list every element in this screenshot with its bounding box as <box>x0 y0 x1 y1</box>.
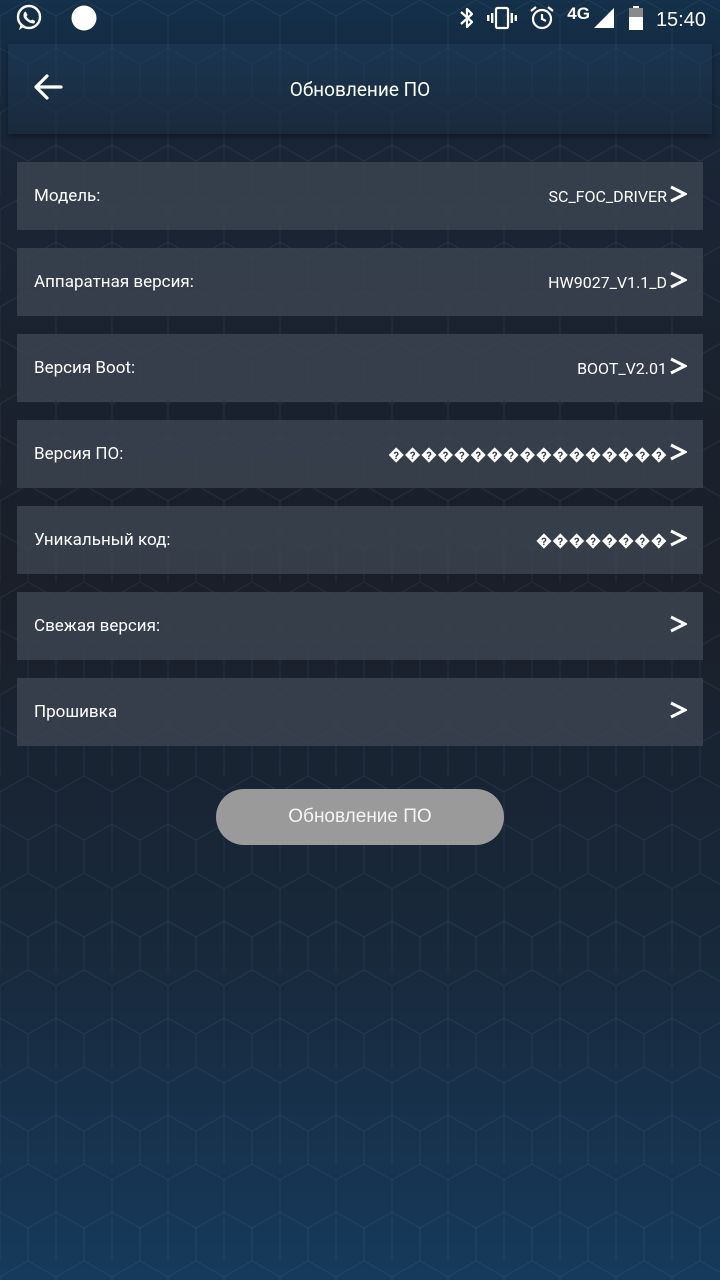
chevron-right-icon <box>669 529 687 547</box>
status-bar-right: 4G 15:40 <box>447 4 706 35</box>
vibrate-icon <box>487 5 518 35</box>
row-latest-version[interactable]: Свежая версия: <box>17 592 703 660</box>
chevron-right-icon <box>669 701 687 719</box>
chevron-right-icon <box>669 185 687 203</box>
row-value: SC_FOC_DRIVER <box>548 186 667 206</box>
row-label: Аппаратная версия: <box>34 272 194 292</box>
status-bar: 4G 15:40 <box>0 0 720 40</box>
row-hardware-version[interactable]: Аппаратная версия: HW9027_V1.1_D <box>17 248 703 316</box>
signal-icon <box>592 6 616 34</box>
status-bar-left <box>14 3 98 37</box>
update-firmware-button[interactable]: Обновление ПО <box>216 789 504 845</box>
app-header: Обновление ПО <box>8 44 712 134</box>
whatsapp-icon <box>14 3 44 37</box>
chevron-right-icon <box>669 443 687 461</box>
row-value: �������� <box>535 530 667 550</box>
page-title: Обновление ПО <box>289 77 431 101</box>
row-label: Свежая версия: <box>34 616 161 636</box>
row-firmware-file[interactable]: Прошивка <box>17 678 703 746</box>
row-unique-code[interactable]: Уникальный код: �������� <box>17 506 703 574</box>
alarm-icon <box>529 5 555 35</box>
network-type: 4G <box>567 4 590 23</box>
battery-icon <box>628 5 644 35</box>
row-label: Прошивка <box>34 702 118 722</box>
settings-list: Модель: SC_FOC_DRIVER Аппаратная версия:… <box>17 162 703 764</box>
notification-dot-icon <box>70 4 98 36</box>
row-value: ����������������� <box>387 444 667 464</box>
row-label: Версия Boot: <box>34 358 136 378</box>
row-label: Версия ПО: <box>34 444 124 464</box>
row-label: Модель: <box>34 186 101 206</box>
row-firmware-version[interactable]: Версия ПО: ����������������� <box>17 420 703 488</box>
chevron-right-icon <box>669 271 687 289</box>
row-model[interactable]: Модель: SC_FOC_DRIVER <box>17 162 703 230</box>
row-label: Уникальный код: <box>34 530 171 550</box>
chevron-right-icon <box>669 357 687 375</box>
bluetooth-icon <box>459 5 475 35</box>
clock-time: 15:40 <box>655 8 706 31</box>
row-boot-version[interactable]: Версия Boot: BOOT_V2.01 <box>17 334 703 402</box>
row-value: HW9027_V1.1_D <box>548 272 667 292</box>
row-value: BOOT_V2.01 <box>577 358 667 378</box>
chevron-right-icon <box>669 615 687 633</box>
